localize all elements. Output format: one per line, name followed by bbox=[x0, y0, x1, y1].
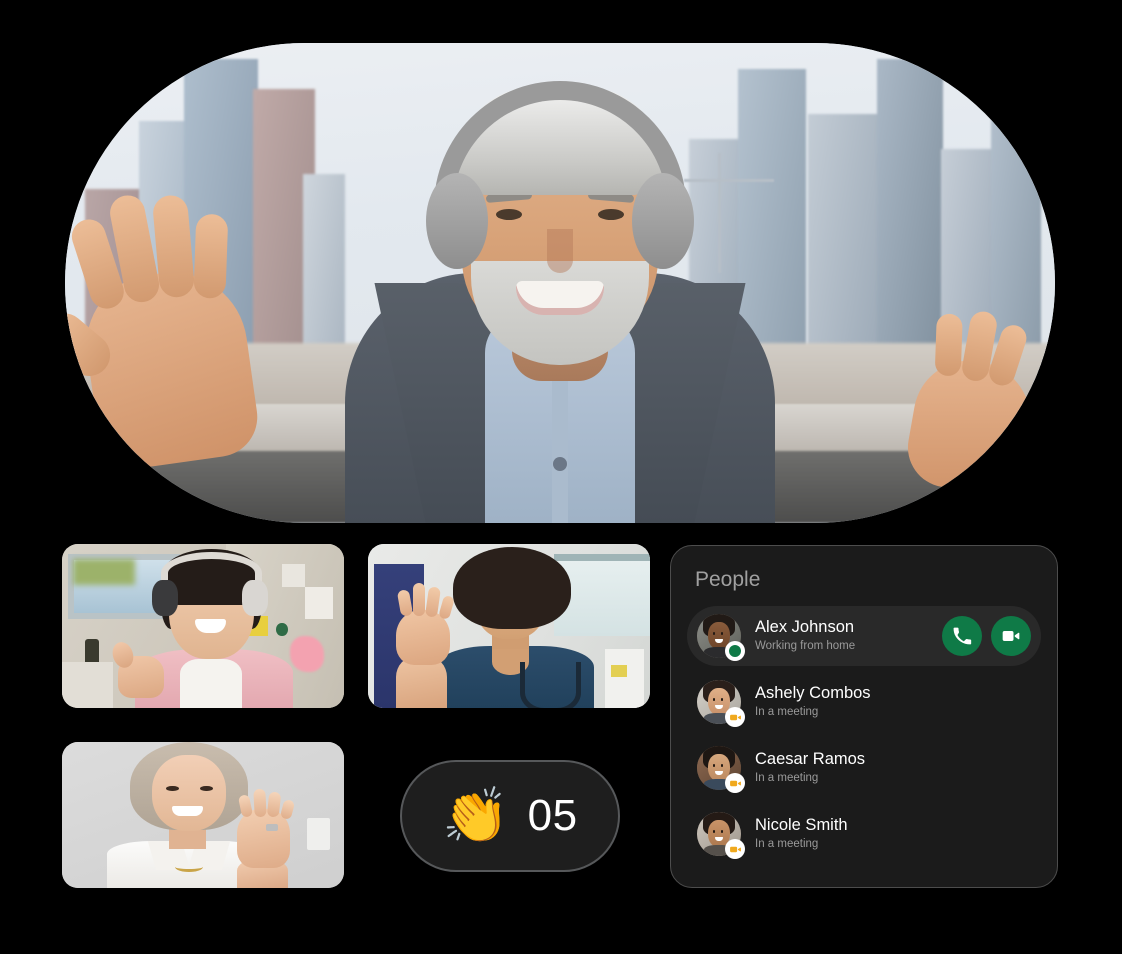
person-row[interactable]: Ashely Combos In a meeting bbox=[687, 672, 1041, 732]
person-info: Alex Johnson Working from home bbox=[755, 617, 942, 655]
avatar bbox=[697, 812, 745, 859]
finger bbox=[413, 583, 425, 617]
avatar-eye-right bbox=[720, 698, 724, 701]
presence-badge-available bbox=[725, 641, 745, 661]
shirt-button bbox=[553, 457, 567, 471]
avatar-eye-right bbox=[720, 764, 724, 767]
avatar-smile bbox=[715, 837, 723, 841]
smile bbox=[194, 619, 226, 633]
stethoscope-icon bbox=[520, 662, 582, 708]
avatar bbox=[697, 614, 745, 661]
person-status: In a meeting bbox=[755, 838, 819, 851]
poster bbox=[604, 648, 645, 708]
finger bbox=[266, 791, 281, 817]
person-info: Nicole Smith In a meeting bbox=[755, 815, 1031, 853]
participant-head bbox=[152, 755, 226, 832]
main-speaker-video bbox=[65, 43, 1055, 523]
sticky-note bbox=[304, 586, 333, 620]
reaction-counter[interactable]: 👏 05 bbox=[400, 760, 620, 872]
person-name: Alex Johnson bbox=[755, 617, 855, 636]
phone-icon bbox=[953, 627, 972, 645]
skyline-building bbox=[876, 58, 943, 389]
person-status: In a meeting bbox=[755, 706, 819, 719]
people-panel: People Alex Johnson Working from home As… bbox=[670, 545, 1058, 888]
person-row[interactable]: Alex Johnson Working from home bbox=[687, 606, 1041, 666]
magnet bbox=[276, 622, 288, 636]
presence-badge-in-a-meeting bbox=[725, 839, 745, 859]
poster-mark bbox=[610, 665, 628, 677]
avatar bbox=[697, 680, 745, 727]
smile bbox=[171, 806, 203, 817]
ring bbox=[266, 823, 278, 832]
video-camera-icon bbox=[729, 714, 741, 720]
headphone-earcup-left bbox=[152, 580, 178, 617]
headphone-earcup-right bbox=[632, 173, 694, 269]
person-name: Ashely Combos bbox=[755, 683, 871, 702]
person-row-actions bbox=[942, 616, 1031, 656]
person-row[interactable]: Caesar Ramos In a meeting bbox=[687, 738, 1041, 798]
greenery bbox=[73, 558, 136, 585]
person-status: Working from home bbox=[755, 640, 856, 653]
reaction-count: 05 bbox=[527, 791, 578, 840]
speaker-person bbox=[65, 43, 1041, 523]
clapping-hands-icon: 👏 bbox=[442, 786, 510, 846]
person-row[interactable]: Nicole Smith In a meeting bbox=[687, 804, 1041, 864]
box bbox=[62, 662, 113, 708]
participant-video-1 bbox=[62, 544, 344, 708]
participant-thumbnail-2[interactable] bbox=[368, 544, 650, 708]
light-switch bbox=[307, 817, 330, 851]
video-camera-icon bbox=[1002, 631, 1020, 641]
avatar-smile bbox=[715, 705, 723, 709]
video-camera-icon bbox=[729, 780, 741, 786]
eye-left bbox=[166, 785, 180, 792]
finger bbox=[193, 213, 229, 299]
participant-video-2 bbox=[368, 544, 650, 708]
sticky-note bbox=[281, 563, 305, 587]
headphone-earcup-left bbox=[426, 173, 488, 269]
participant-thumbnail-1[interactable] bbox=[62, 544, 344, 708]
person-info: Caesar Ramos In a meeting bbox=[755, 749, 1031, 787]
main-speaker-tile[interactable] bbox=[65, 43, 1055, 523]
eye-right bbox=[200, 785, 213, 792]
avatar-eye-right bbox=[720, 632, 724, 635]
avatar-smile bbox=[715, 771, 723, 775]
finger bbox=[934, 313, 963, 377]
necklace bbox=[174, 862, 203, 873]
drawing bbox=[290, 635, 325, 672]
available-dot-icon bbox=[729, 645, 741, 657]
person-name: Nicole Smith bbox=[755, 815, 848, 834]
avatar-smile bbox=[715, 639, 723, 643]
speaker-nose bbox=[547, 229, 573, 273]
presence-badge-in-a-meeting bbox=[725, 773, 745, 793]
avatar bbox=[697, 746, 745, 793]
participant-video-3 bbox=[62, 742, 344, 888]
video-call-layout: 👏 05 People Alex Johnson Working from ho… bbox=[0, 0, 1122, 954]
participant-hair bbox=[452, 547, 572, 630]
finger bbox=[253, 788, 267, 817]
person-name: Caesar Ramos bbox=[755, 749, 866, 768]
audio-call-button[interactable] bbox=[942, 616, 982, 656]
person-status: In a meeting bbox=[755, 772, 819, 785]
video-camera-icon bbox=[729, 846, 741, 852]
person-info: Ashely Combos In a meeting bbox=[755, 683, 1031, 721]
avatar-eye-right bbox=[720, 830, 724, 833]
people-panel-title: People bbox=[695, 568, 761, 591]
presence-badge-in-a-meeting bbox=[725, 707, 745, 727]
headphone-earcup-right bbox=[242, 580, 268, 617]
participant-thumbnail-3[interactable] bbox=[62, 742, 344, 888]
video-call-button[interactable] bbox=[991, 616, 1031, 656]
speaker-smile bbox=[516, 281, 604, 315]
participant-inner-top bbox=[180, 658, 243, 708]
